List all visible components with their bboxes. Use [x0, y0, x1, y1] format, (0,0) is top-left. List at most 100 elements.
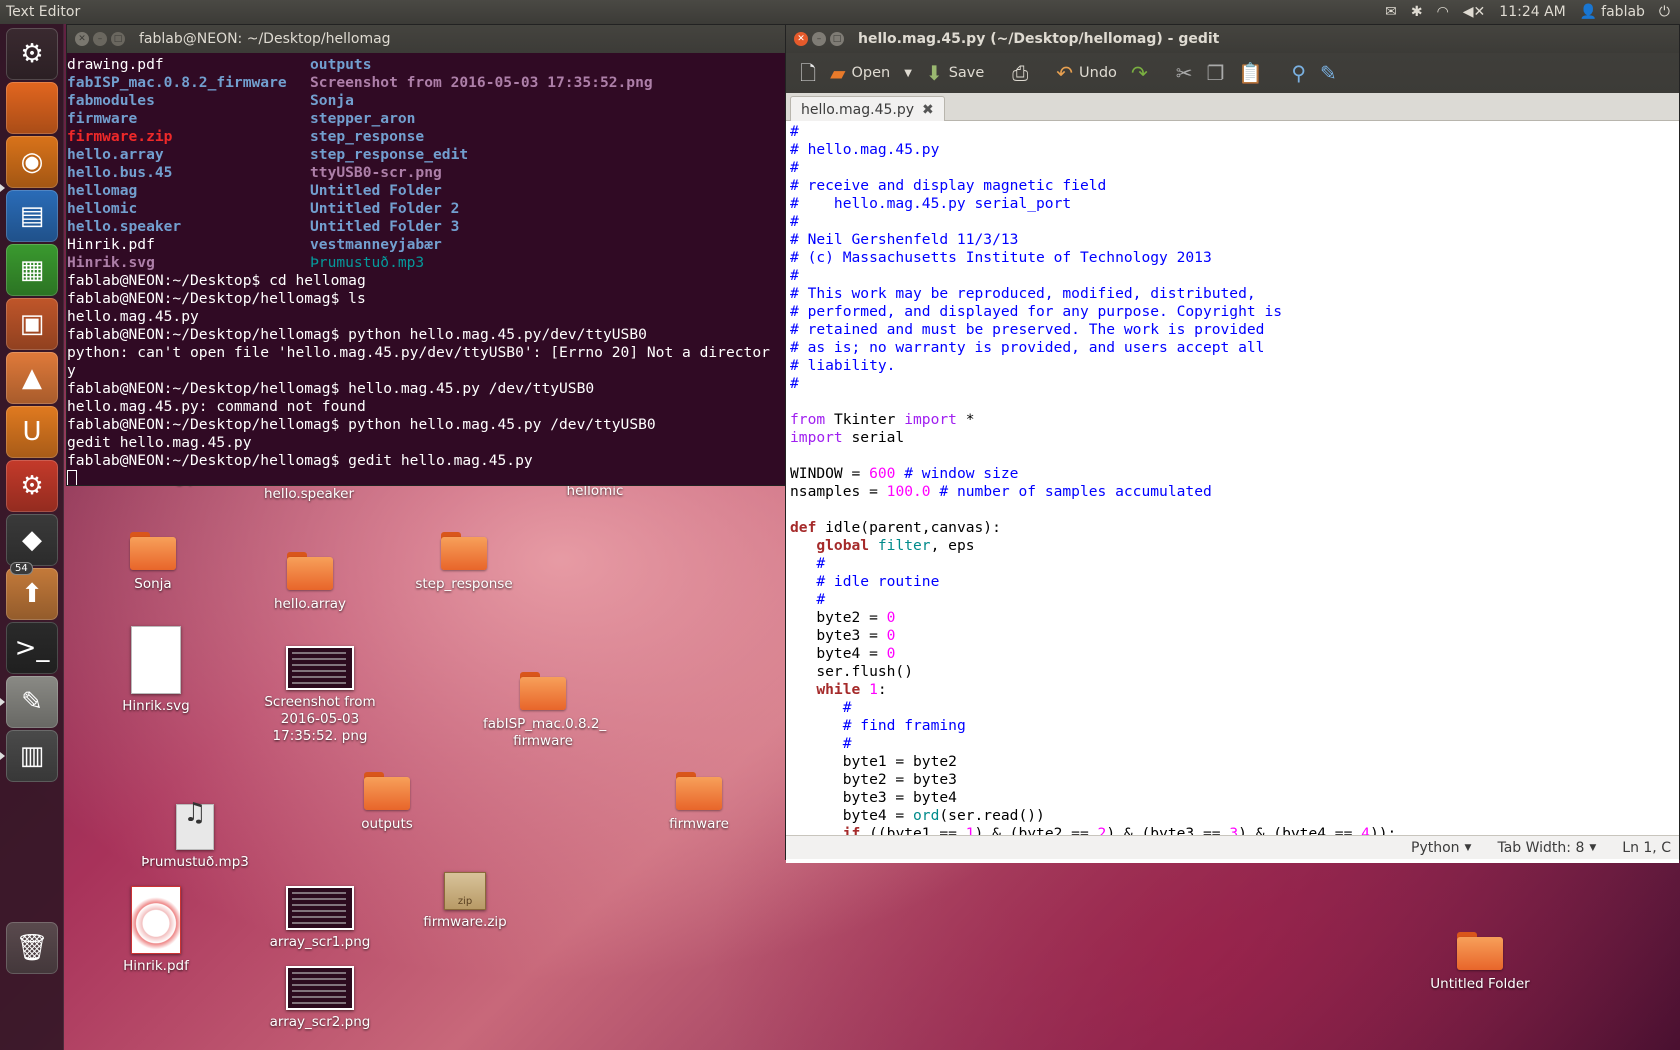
- software-center-launcher[interactable]: ▲: [6, 352, 58, 404]
- code-line: #: [842, 735, 852, 752]
- desktop-icon-hinrik-svg[interactable]: Hinrik.svg: [96, 626, 216, 715]
- terminal-line: hello.mag.45.py: command not found: [67, 398, 366, 415]
- terminal-line: fablab@NEON:~/Desktop/hellomag$ hello.ma…: [67, 380, 595, 397]
- maximize-icon[interactable]: □: [111, 32, 125, 46]
- desktop-icon-hello-array[interactable]: hello.array: [250, 552, 370, 613]
- settings-launcher[interactable]: ⚙: [6, 460, 58, 512]
- text-editor-icon: ✎: [21, 687, 43, 717]
- gedit-titlebar[interactable]: ✕ – □ hello.mag.45.py (~/Desktop/helloma…: [786, 25, 1679, 53]
- ls-entry: hellomag: [67, 182, 138, 199]
- ubuntu-logo-icon: ⚙: [20, 39, 44, 69]
- terminal-launcher[interactable]: >_: [6, 622, 58, 674]
- code-editor[interactable]: # # hello.mag.45.py # # receive and display…: [786, 121, 1679, 863]
- svg-file-icon: [131, 626, 181, 694]
- open-label: Open: [851, 65, 891, 81]
- open-button[interactable]: ▰ Open: [824, 59, 896, 87]
- gedit-launcher[interactable]: ✎: [6, 676, 58, 728]
- workspaces-icon: ▥: [19, 741, 45, 771]
- ls-output-row: hello.bus.45 ttyUSB0-scr.png: [67, 164, 785, 182]
- mail-icon[interactable]: ✉: [1385, 4, 1397, 20]
- terminal-output[interactable]: drawing.pdf outputs fabISP_mac.0.8.2_firmw…: [67, 53, 785, 485]
- code-line: byte2 = byte3: [790, 771, 957, 788]
- impress-launcher[interactable]: ▣: [6, 298, 58, 350]
- power-icon[interactable]: ⏻: [1659, 4, 1670, 20]
- dash-home-button[interactable]: ⚙: [6, 28, 58, 80]
- wifi-icon[interactable]: ◠: [1437, 4, 1449, 20]
- maximize-icon[interactable]: □: [830, 32, 844, 46]
- terminal-line: fablab@NEON:~/Desktop$ cd hellomag: [67, 272, 366, 289]
- firefox-launcher[interactable]: ◉: [6, 136, 58, 188]
- desktop-icon-array-scr2[interactable]: array_scr2.png: [260, 966, 380, 1031]
- trash-launcher[interactable]: 🗑: [6, 922, 58, 974]
- terminal-window[interactable]: ✕ – □ fablab@NEON: ~/Desktop/hellomag dr…: [66, 24, 786, 486]
- cut-button[interactable]: ✂: [1170, 59, 1199, 87]
- user-menu[interactable]: 👤 fablab: [1580, 4, 1645, 20]
- desktop-icon-outputs[interactable]: outputs: [327, 772, 447, 833]
- desktop-icon-fabisp-firmware[interactable]: fabISP_mac.0.8.2_ firmware: [483, 672, 606, 750]
- desktop-icon-label: array_scr1.png: [269, 934, 371, 950]
- undo-button[interactable]: ↶ Undo: [1050, 59, 1123, 87]
- tab-width-selector[interactable]: Tab Width: 8 ▼: [1497, 840, 1596, 856]
- code-line: byte1 = byte2: [790, 753, 957, 770]
- minimize-icon[interactable]: –: [93, 32, 107, 46]
- desktop-icon-sonja[interactable]: Sonja: [93, 532, 213, 593]
- desktop-icon-firmware-zip[interactable]: zip firmware.zip: [405, 872, 525, 931]
- calc-launcher[interactable]: ▦: [6, 244, 58, 296]
- save-button[interactable]: ⬇ Save: [920, 59, 990, 87]
- minimize-icon[interactable]: –: [812, 32, 826, 46]
- desktop-icon-hinrik-pdf[interactable]: Hinrik.pdf: [96, 886, 216, 975]
- desktop-icon-firmware[interactable]: firmware: [639, 772, 759, 833]
- image-thumbnail-icon: [286, 646, 354, 690]
- desktop-icon-label: array_scr2.png: [269, 1014, 371, 1030]
- copy-button[interactable]: ❐: [1200, 59, 1230, 87]
- files-launcher[interactable]: [6, 82, 58, 134]
- update-manager-launcher[interactable]: ⬆ 54: [6, 562, 58, 620]
- chevron-down-icon: ▼: [904, 67, 912, 79]
- desktop-icon-label: hello.array: [273, 596, 347, 612]
- update-count-badge: 54: [10, 562, 33, 575]
- bluetooth-icon[interactable]: ✱: [1411, 4, 1423, 20]
- desktop-icon-untitled-folder[interactable]: Untitled Folder: [1420, 932, 1540, 993]
- find-replace-button[interactable]: ✎: [1314, 59, 1343, 87]
- settings-icon: ⚙: [20, 471, 44, 501]
- paste-button[interactable]: 📋: [1232, 59, 1269, 87]
- writer-launcher[interactable]: ▤: [6, 190, 58, 242]
- open-recent-dropdown[interactable]: ▼: [898, 64, 918, 83]
- tab-hello-mag[interactable]: hello.mag.45.py ✖: [790, 96, 945, 122]
- workspace-switcher-launcher[interactable]: ▥: [6, 730, 58, 782]
- desktop-icon-label: Screenshot from 2016-05-03 17:35:52. png: [264, 694, 376, 744]
- language-selector[interactable]: Python ▼: [1411, 840, 1471, 856]
- find-button[interactable]: ⚲: [1285, 59, 1312, 87]
- desktop-icon-step-response[interactable]: step_response: [404, 532, 524, 593]
- volume-muted-icon[interactable]: ◀✕: [1463, 4, 1486, 20]
- desktop-icon-thrumustud-mp3[interactable]: ♫ Þrumustuð.mp3: [135, 800, 255, 871]
- ls-entry: Hinrik.svg: [67, 254, 155, 271]
- code-line: #: [790, 123, 799, 140]
- document-tabbar: hello.mag.45.py ✖: [786, 93, 1679, 122]
- desktop-icon-screenshot[interactable]: Screenshot from 2016-05-03 17:35:52. png: [260, 646, 380, 745]
- terminal-titlebar[interactable]: ✕ – □ fablab@NEON: ~/Desktop/hellomag: [67, 25, 785, 53]
- pdf-file-icon: [131, 886, 181, 954]
- ls-entry: Þrumustuð.mp3: [310, 254, 425, 271]
- close-icon[interactable]: ✕: [75, 32, 89, 46]
- ubuntu-one-launcher[interactable]: U: [6, 406, 58, 458]
- code-line: # find framing: [842, 717, 966, 734]
- gedit-window[interactable]: ✕ – □ hello.mag.45.py (~/Desktop/helloma…: [785, 24, 1680, 863]
- folder-icon: [364, 772, 410, 810]
- code-line: byte3 = byte4: [790, 789, 957, 806]
- user-icon: 👤: [1579, 4, 1598, 20]
- desktop-icon-array-scr1[interactable]: array_scr1.png: [260, 886, 380, 951]
- redo-button[interactable]: ↷: [1125, 59, 1154, 87]
- save-label: Save: [948, 65, 985, 81]
- code-line: #: [842, 699, 852, 716]
- new-document-button[interactable]: 🗋: [794, 59, 822, 87]
- close-icon[interactable]: ✕: [794, 32, 808, 46]
- desktop-icon-label: Hinrik.svg: [122, 698, 190, 714]
- inkscape-icon: ◆: [22, 525, 42, 555]
- close-tab-icon[interactable]: ✖: [922, 102, 934, 118]
- desktop-icon-hello-speaker[interactable]: hello.speaker: [249, 486, 369, 503]
- inkscape-launcher[interactable]: ◆: [6, 514, 58, 566]
- clock[interactable]: 11:24 AM: [1499, 4, 1565, 20]
- print-button[interactable]: ⎙: [1006, 59, 1034, 87]
